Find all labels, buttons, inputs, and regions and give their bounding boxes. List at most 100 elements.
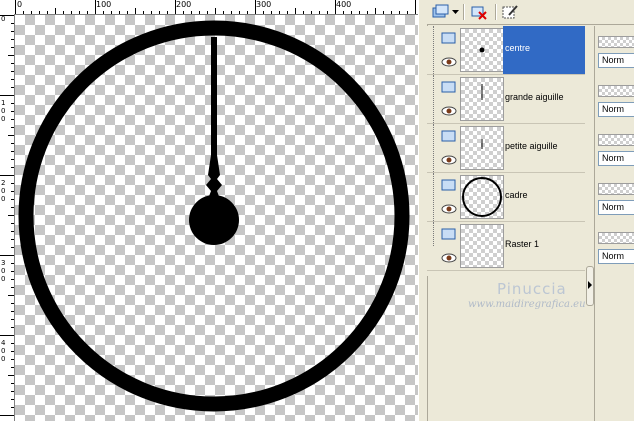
ruler-tick xyxy=(359,11,360,14)
ruler-tick xyxy=(11,319,14,320)
ruler-label-0: 0 xyxy=(17,0,23,9)
layer-scrollbar[interactable] xyxy=(586,26,594,421)
ruler-tick xyxy=(71,11,72,14)
ruler-tick xyxy=(191,11,192,14)
layer-name-box[interactable]: Raster 1 xyxy=(503,222,585,270)
eye-icon[interactable] xyxy=(441,105,457,117)
layer-name-cadre: cadre xyxy=(505,190,528,200)
ruler-tick xyxy=(11,287,14,288)
eye-icon[interactable] xyxy=(441,252,457,264)
ruler-tick xyxy=(391,11,392,14)
watermark-name: Pinuccia xyxy=(497,280,567,298)
layer-name-box[interactable]: petite aiguille xyxy=(503,124,585,172)
ruler-tick xyxy=(407,11,408,14)
vertical-ruler: 0 1 0 0 2 0 0 3 0 0 4 0 0 xyxy=(0,14,15,421)
ruler-tick xyxy=(0,175,14,176)
vruler-400-d1: 0 xyxy=(1,347,6,355)
vruler-300-d1: 0 xyxy=(1,267,6,275)
ruler-tick xyxy=(295,8,296,14)
layer-row-petite-aiguille[interactable]: petite aiguille xyxy=(427,124,585,173)
ruler-tick xyxy=(303,11,304,14)
ruler-tick xyxy=(399,11,400,14)
ruler-tick xyxy=(135,8,136,14)
blend-mode-select[interactable]: Norm xyxy=(598,53,634,68)
edit-mask-button[interactable] xyxy=(499,2,521,22)
ruler-tick xyxy=(0,415,14,416)
watermark-url: www.maidiregrafica.eu xyxy=(468,299,586,310)
layer-thumbnail-centre xyxy=(460,28,504,72)
vruler-100-d0: 1 xyxy=(1,99,6,107)
ruler-tick xyxy=(167,11,168,14)
ruler-tick xyxy=(159,11,160,14)
ruler-tick xyxy=(215,8,216,14)
scrollbar-thumb[interactable] xyxy=(586,266,594,306)
blend-mode-select[interactable]: Norm xyxy=(598,102,634,117)
layer-row-cadre[interactable]: cadre xyxy=(427,173,585,222)
tree-connector xyxy=(433,26,435,74)
ruler-tick xyxy=(87,11,88,14)
layer-row-centre[interactable]: centre xyxy=(427,26,585,75)
opacity-swatch xyxy=(598,232,634,244)
ruler-tick xyxy=(79,11,80,14)
ruler-label-100: 100 xyxy=(96,0,112,9)
ruler-tick xyxy=(11,303,14,304)
ruler-tick xyxy=(11,127,14,128)
ruler-tick xyxy=(11,223,14,224)
layer-name-box[interactable]: grande aiguille xyxy=(503,75,585,123)
layer-row-raster-1[interactable]: Raster 1 xyxy=(427,222,585,271)
blend-mode-select[interactable]: Norm xyxy=(598,151,634,166)
eye-icon[interactable] xyxy=(441,203,457,215)
vruler-300-d0: 3 xyxy=(1,259,6,267)
vruler-300-d2: 0 xyxy=(1,275,6,283)
delete-layer-button[interactable] xyxy=(469,2,491,22)
ruler-tick xyxy=(127,11,128,14)
tree-connector xyxy=(433,222,435,246)
vruler-200-d0: 2 xyxy=(1,179,6,187)
ruler-tick xyxy=(151,11,152,14)
ruler-tick xyxy=(11,63,14,64)
ruler-tick xyxy=(11,71,14,72)
horizontal-ruler: 0 100 200 300 400 xyxy=(0,0,418,15)
dropdown-arrow-icon xyxy=(451,9,459,14)
vruler-100-d1: 0 xyxy=(1,107,6,115)
ruler-label-300: 300 xyxy=(256,0,272,9)
new-layer-button[interactable] xyxy=(429,2,451,22)
opacity-swatch xyxy=(598,85,634,97)
ruler-tick xyxy=(11,399,14,400)
vruler-200-d1: 0 xyxy=(1,187,6,195)
ruler-tick xyxy=(11,31,14,32)
layer-name-box[interactable]: cadre xyxy=(503,173,585,221)
ruler-tick xyxy=(239,11,240,14)
ruler-tick xyxy=(231,11,232,14)
ruler-label-200: 200 xyxy=(176,0,192,9)
layer-row-grande-aiguille[interactable]: grande aiguille xyxy=(427,75,585,124)
ruler-tick xyxy=(11,47,14,48)
ruler-tick xyxy=(263,11,264,14)
layer-type-icon xyxy=(441,81,456,93)
opacity-swatch xyxy=(598,183,634,195)
eye-icon[interactable] xyxy=(441,56,457,68)
tree-connector xyxy=(433,75,435,123)
layer-type-icon xyxy=(441,32,456,44)
blend-mode-select[interactable]: Norm xyxy=(598,249,634,264)
ruler-tick xyxy=(199,11,200,14)
layer-name-box[interactable]: centre xyxy=(503,26,585,74)
image-canvas[interactable] xyxy=(15,15,418,421)
ruler-tick xyxy=(103,11,104,14)
layer-list: centre grande aiguille petite aiguille c… xyxy=(427,26,587,276)
ruler-tick xyxy=(223,11,224,14)
eye-icon[interactable] xyxy=(441,154,457,166)
ruler-tick xyxy=(11,383,14,384)
ruler-tick xyxy=(11,167,14,168)
blend-mode-select[interactable]: Norm xyxy=(598,200,634,215)
ruler-tick xyxy=(415,0,416,14)
new-layer-icon xyxy=(432,4,449,18)
ruler-tick xyxy=(375,8,376,14)
layer-dropdown-button[interactable] xyxy=(451,2,459,22)
ruler-tick xyxy=(11,247,14,248)
layer-type-icon xyxy=(441,228,456,240)
ruler-tick xyxy=(8,295,14,296)
edit-mask-icon xyxy=(502,5,518,19)
ruler-tick xyxy=(287,11,288,14)
ruler-tick xyxy=(31,11,32,14)
